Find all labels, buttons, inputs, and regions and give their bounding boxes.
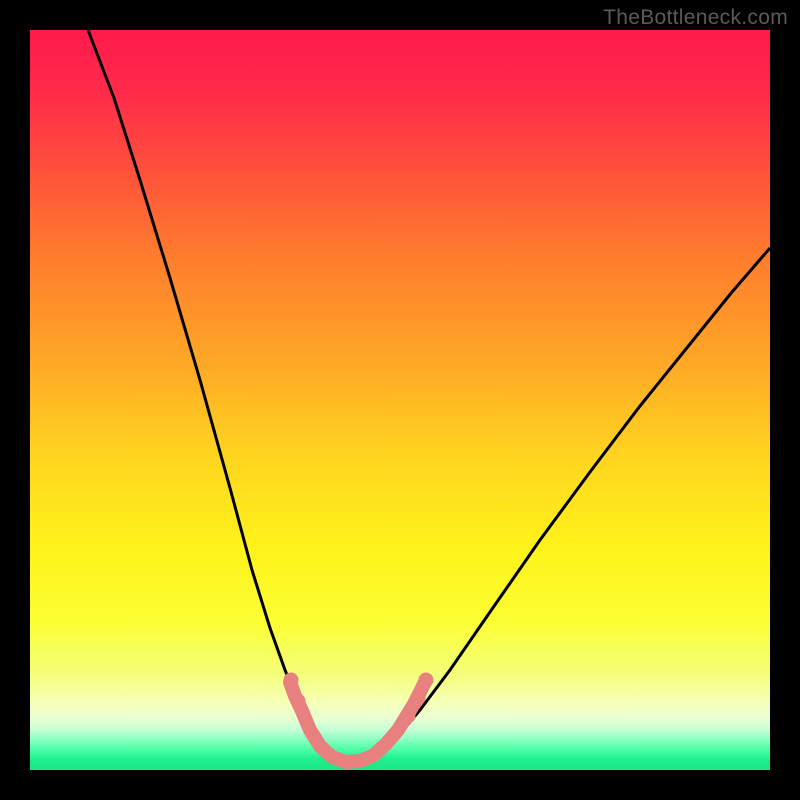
marker-dot [411,691,426,706]
bottleneck-left-branch [88,30,348,762]
marker-dot [284,673,299,688]
marker-dot [291,694,306,709]
marker-dot [401,709,416,724]
bottleneck-right-branch [348,248,770,762]
watermark-text: TheBottleneck.com [603,6,788,30]
chart-frame [30,30,770,770]
marker-dot [419,673,434,688]
curve-layer [30,30,770,770]
